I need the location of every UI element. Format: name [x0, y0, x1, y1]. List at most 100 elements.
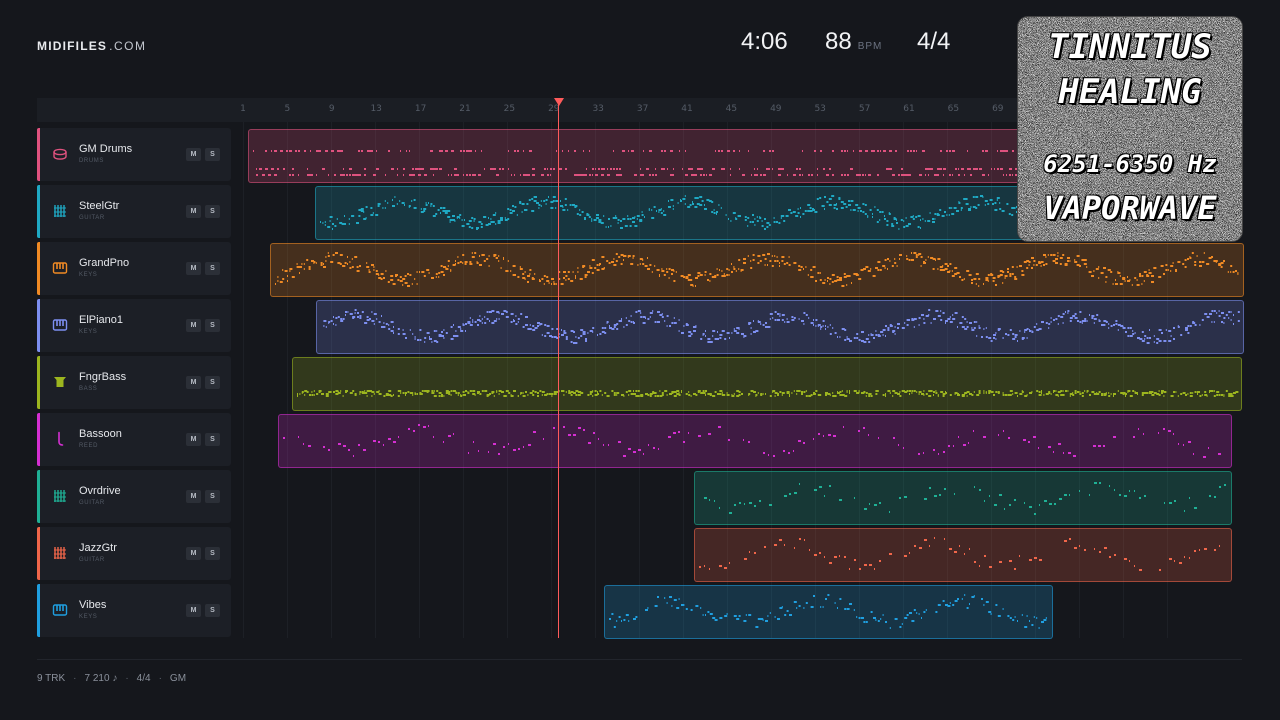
solo-button[interactable]: S [205, 205, 220, 218]
solo-button[interactable]: S [205, 376, 220, 389]
guitar-icon [52, 545, 68, 561]
time-signature-readout: 4/4 [917, 28, 951, 55]
note-pattern [699, 537, 1220, 571]
ruler-bar-45: 45 [725, 104, 738, 114]
mute-button[interactable]: M [186, 547, 201, 560]
ruler-bar-33: 33 [592, 104, 604, 114]
midi-clip-1[interactable] [248, 129, 1030, 183]
solo-button[interactable]: S [205, 319, 220, 332]
reed-icon [52, 431, 68, 447]
track-type: KEYS [79, 329, 98, 335]
track-header-3[interactable]: GrandPno KEYS M S [37, 242, 231, 295]
grid-line [243, 122, 244, 638]
solo-button[interactable]: S [205, 262, 220, 275]
playhead[interactable] [558, 100, 559, 638]
note-pattern [275, 252, 1239, 287]
mute-button[interactable]: M [186, 604, 201, 617]
solo-button[interactable]: S [205, 547, 220, 560]
track-color-strip [37, 128, 40, 181]
note-pattern [283, 424, 1221, 458]
grid-line [287, 122, 288, 638]
site-logo[interactable]: MIDIFILES .COM [37, 39, 146, 53]
logo-tld: .COM [109, 39, 147, 53]
track-color-strip [37, 185, 40, 238]
tempo-unit: BPM [857, 41, 883, 52]
thumbnail-title-line1: TINNITUS [1047, 26, 1212, 68]
midi-clip-6[interactable] [278, 414, 1232, 468]
track-color-strip [37, 413, 40, 466]
track-header-2[interactable]: SteelGtr GUITAR M S [37, 185, 231, 238]
ruler-bar-1: 1 [240, 104, 246, 114]
ruler-bar-65: 65 [947, 104, 960, 114]
track-header-6[interactable]: Bassoon REED M S [37, 413, 231, 466]
ruler-bar-21: 21 [459, 104, 471, 114]
note-pattern [253, 150, 1027, 176]
track-type: GUITAR [79, 215, 105, 221]
track-color-strip [37, 242, 40, 295]
midi-clip-4[interactable] [316, 300, 1244, 354]
note-pattern [609, 594, 1047, 629]
solo-button[interactable]: S [205, 604, 220, 617]
keys-icon [52, 317, 68, 333]
ruler-bar-37: 37 [636, 104, 649, 114]
track-name: JazzGtr [79, 542, 117, 554]
track-name: Vibes [79, 599, 107, 611]
track-name: GM Drums [79, 143, 133, 155]
note-pattern [320, 195, 1026, 230]
track-header-8[interactable]: JazzGtr GUITAR M S [37, 527, 231, 580]
video-thumbnail: TINNITUS HEALING 6251-6350 Hz VAPORWAVE [1018, 17, 1242, 241]
footer-divider [37, 659, 1242, 660]
ruler-bar-61: 61 [903, 104, 915, 114]
mute-button[interactable]: M [186, 205, 201, 218]
playhead-handle[interactable] [554, 98, 564, 106]
guitar-icon [52, 488, 68, 504]
track-type: KEYS [79, 614, 98, 620]
track-color-strip [37, 299, 40, 352]
mute-button[interactable]: M [186, 262, 201, 275]
ruler-bar-17: 17 [414, 104, 427, 114]
track-color-strip [37, 584, 40, 637]
mute-button[interactable]: M [186, 148, 201, 161]
track-header-7[interactable]: Ovrdrive GUITAR M S [37, 470, 231, 523]
midi-clip-3[interactable] [270, 243, 1244, 297]
ruler-bar-49: 49 [770, 104, 782, 114]
midi-clip-7[interactable] [694, 471, 1232, 525]
track-header-4[interactable]: ElPiano1 KEYS M S [37, 299, 231, 352]
track-header-1[interactable]: GM Drums DRUMS M S [37, 128, 231, 181]
tempo-readout: 88 BPM [825, 28, 882, 56]
solo-button[interactable]: S [205, 148, 220, 161]
ruler-bar-25: 25 [503, 104, 516, 114]
midi-standard: GM [169, 673, 187, 684]
track-name: SteelGtr [79, 200, 120, 212]
solo-button[interactable]: S [205, 490, 220, 503]
track-header-5[interactable]: FngrBass BASS M S [37, 356, 231, 409]
track-header-9[interactable]: Vibes KEYS M S [37, 584, 231, 637]
track-type: REED [79, 443, 99, 449]
ruler-bar-9: 9 [328, 104, 335, 114]
track-count: 9 TRK [37, 673, 66, 684]
solo-button[interactable]: S [205, 433, 220, 446]
ruler-bar-57: 57 [858, 104, 871, 114]
keys-icon [52, 602, 68, 618]
mute-button[interactable]: M [186, 376, 201, 389]
track-type: GUITAR [79, 557, 105, 563]
track-name: FngrBass [79, 371, 127, 383]
midi-clip-9[interactable] [604, 585, 1053, 639]
mute-button[interactable]: M [186, 319, 201, 332]
bass-icon [52, 374, 68, 390]
track-color-strip [37, 470, 40, 523]
track-type: KEYS [79, 272, 98, 278]
mute-button[interactable]: M [186, 433, 201, 446]
thumbnail-frequency: 6251-6350 Hz [1043, 149, 1218, 179]
logo-brand: MIDIFILES [37, 39, 108, 53]
track-color-strip [37, 527, 40, 580]
track-name: GrandPno [79, 257, 130, 269]
ruler-bar-53: 53 [814, 104, 826, 114]
mute-button[interactable]: M [186, 490, 201, 503]
midi-clip-8[interactable] [694, 528, 1232, 582]
track-type: DRUMS [79, 158, 104, 164]
midi-clip-5[interactable] [292, 357, 1242, 411]
midi-clip-2[interactable] [315, 186, 1030, 240]
track-color-strip [37, 356, 40, 409]
thumbnail-genre: VAPORWAVE [1043, 188, 1218, 228]
